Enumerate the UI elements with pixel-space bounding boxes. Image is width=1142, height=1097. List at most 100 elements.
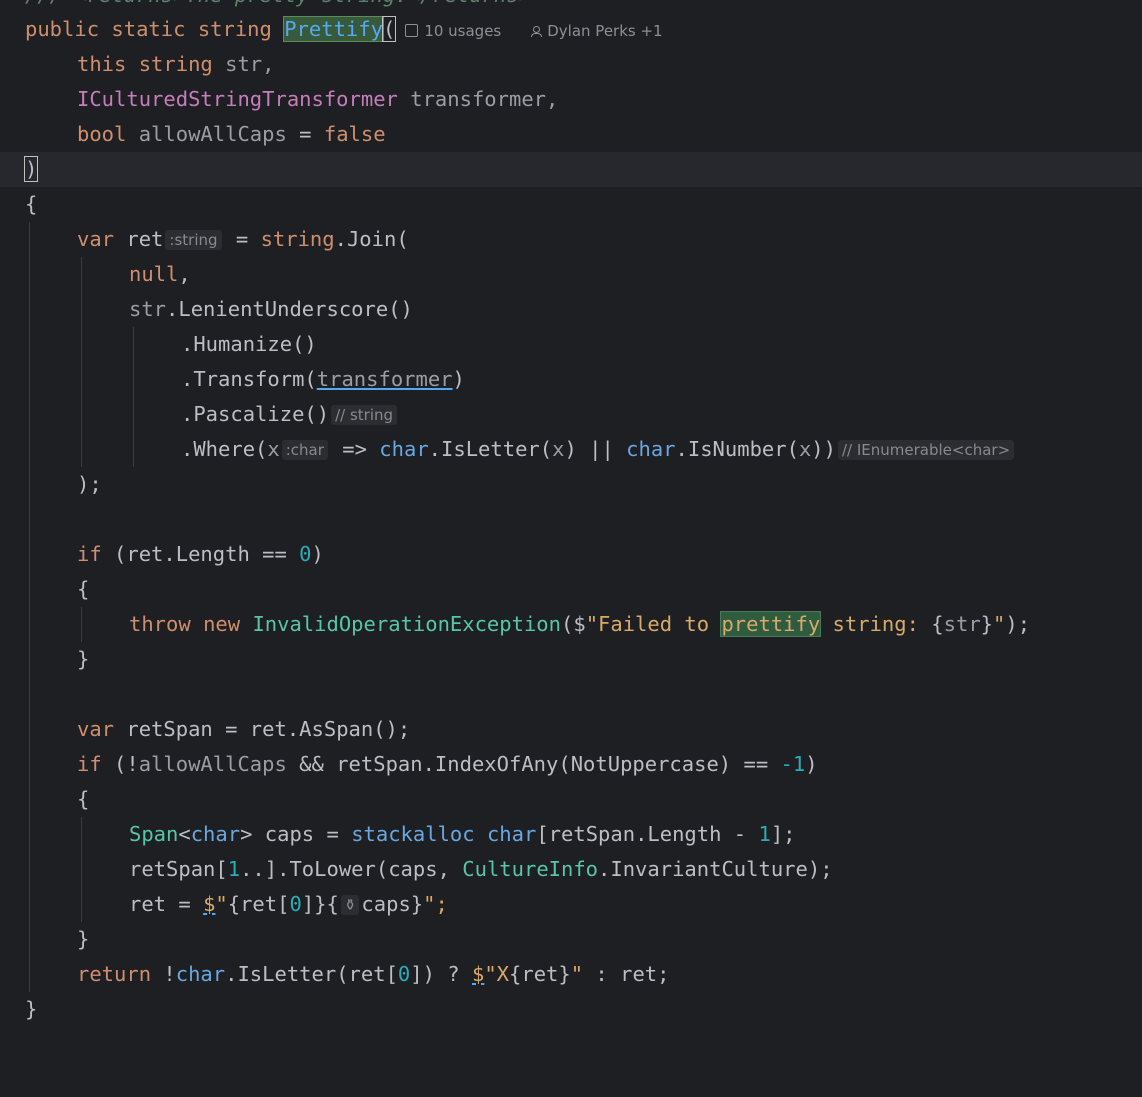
code-line[interactable]: } <box>0 992 1142 1027</box>
keyword: char <box>626 437 676 461</box>
number: 0 <box>289 892 302 916</box>
code-line[interactable]: this string str, <box>0 47 1142 82</box>
type-hint: :char <box>281 440 328 460</box>
code-line[interactable]: retSpan[1..].ToLower(caps, CultureInfo.I… <box>0 852 1142 887</box>
search-highlight: prettify <box>720 611 822 637</box>
code-line[interactable]: } <box>0 642 1142 677</box>
indent-guide <box>29 222 30 992</box>
code-line[interactable]: ret = $"{ret[0]}{⚱ caps}"; <box>0 887 1142 922</box>
method-call: .Transform( <box>181 367 317 391</box>
param-ref: transformer <box>316 367 453 391</box>
punct: } <box>980 612 994 636</box>
keyword: new <box>203 612 241 636</box>
keyword: throw <box>129 612 191 636</box>
method-call: .Pascalize() <box>181 402 330 426</box>
keyword: return <box>77 962 152 986</box>
code-line[interactable]: var ret:string = string.Join( <box>0 222 1142 257</box>
operator: ) || <box>564 437 627 461</box>
keyword: string <box>138 52 213 76</box>
code-line[interactable]: .Pascalize()// string <box>0 397 1142 432</box>
code-line[interactable]: { <box>0 187 1142 222</box>
code-line[interactable]: .Humanize() <box>0 327 1142 362</box>
string: " <box>215 892 228 916</box>
type-hint: :string <box>165 230 222 250</box>
usages-hint[interactable]: 10 usages <box>405 22 501 40</box>
method-call: .Where( <box>181 437 268 461</box>
method-call: .Humanize() <box>181 332 317 356</box>
number: 0 <box>397 962 411 986</box>
punct: > <box>240 822 253 846</box>
punct: ]; <box>770 822 796 846</box>
punct: } <box>410 892 424 916</box>
method-name[interactable]: Prettify <box>283 16 384 42</box>
authors-hint[interactable]: Dylan Perks +1 <box>531 22 663 40</box>
code-line[interactable]: bool allowAllCaps = false <box>0 117 1142 152</box>
code-line[interactable]: if (!allowAllCaps && retSpan.IndexOfAny(… <box>0 747 1142 782</box>
punct: ) <box>805 752 818 776</box>
string: "X <box>484 962 510 986</box>
expression: .InvariantCulture); <box>598 857 833 881</box>
punct: ($ <box>561 612 586 636</box>
string: $ <box>471 962 485 986</box>
person-icon <box>531 26 543 37</box>
expression: ..].ToLower(caps, <box>240 857 463 881</box>
authors-label: Dylan Perks +1 <box>547 22 663 40</box>
type-name: ICulturedStringTransformer <box>77 87 398 111</box>
keyword: null <box>129 262 179 286</box>
lambda-param: x <box>267 437 280 461</box>
operator: = <box>286 122 324 146</box>
operator: = <box>223 227 261 251</box>
expression: {ret[ <box>227 892 290 916</box>
variable: caps <box>361 892 411 916</box>
code-line[interactable]: { <box>0 572 1142 607</box>
number: -1 <box>780 752 806 776</box>
indent-guide <box>81 817 82 922</box>
code-line[interactable]: null, <box>0 257 1142 292</box>
expression: : ret; <box>583 962 670 986</box>
number: 1 <box>227 857 241 881</box>
code-line[interactable]: ); <box>0 467 1142 502</box>
punct: , <box>178 262 191 286</box>
method-call: .IsNumber( <box>675 437 799 461</box>
expression: [retSpan.Length - <box>536 822 759 846</box>
code-line[interactable]: } <box>0 922 1142 957</box>
param-name: transformer, <box>410 87 559 111</box>
method-call: .IsLetter( <box>428 437 553 461</box>
code-line[interactable]: public static string Prettify(10 usages D… <box>0 12 1142 47</box>
type-name: CultureInfo <box>462 857 599 881</box>
expression: retSpan = ret.AsSpan(); <box>114 717 411 741</box>
code-editor[interactable]: /// <returns>The pretty string.</returns… <box>0 0 1142 1054</box>
lambda-param: x <box>798 437 812 461</box>
type-hint: // IEnumerable<char> <box>837 440 1015 460</box>
brace: { <box>77 787 90 811</box>
code-line[interactable]: { <box>0 782 1142 817</box>
punct: ) <box>452 367 465 391</box>
code-line[interactable]: .Transform(transformer) <box>0 362 1142 397</box>
param-name: str, <box>225 52 275 76</box>
keyword: char <box>486 822 537 846</box>
code-line[interactable]: Span<char> caps = stackalloc char[retSpa… <box>0 817 1142 852</box>
type-hint: // string <box>331 405 398 425</box>
ref-hint: ⚱ <box>340 895 360 915</box>
code-line[interactable]: ICulturedStringTransformer transformer, <box>0 82 1142 117</box>
code-line[interactable]: var retSpan = ret.AsSpan(); <box>0 712 1142 747</box>
lambda-param: x <box>552 437 565 461</box>
code-line[interactable]: throw new InvalidOperationException($"Fa… <box>0 607 1142 642</box>
punct: ! <box>151 962 176 986</box>
code-line[interactable]: return !char.IsLetter(ret[0]) ? $"X{ret}… <box>0 957 1142 992</box>
expression: && retSpan.IndexOfAny(NotUppercase) == <box>286 752 781 776</box>
code-line[interactable]: str.LenientUnderscore() <box>0 292 1142 327</box>
string: $ <box>203 892 216 916</box>
current-line[interactable]: ) <box>0 152 1142 187</box>
code-line[interactable]: if (ret.Length == 0) <box>0 537 1142 572</box>
usages-label: 10 usages <box>424 22 502 40</box>
variable: ret <box>126 227 164 251</box>
keyword: char <box>190 822 241 846</box>
punct: ); <box>77 472 102 496</box>
punct: { <box>931 612 944 636</box>
code-line[interactable]: .Where(x:char => char.IsLetter(x) || cha… <box>0 432 1142 467</box>
punct: < <box>178 822 191 846</box>
paren-close: ) <box>23 156 39 182</box>
type-name: InvalidOperationException <box>252 612 561 636</box>
indent-guide <box>81 257 82 467</box>
